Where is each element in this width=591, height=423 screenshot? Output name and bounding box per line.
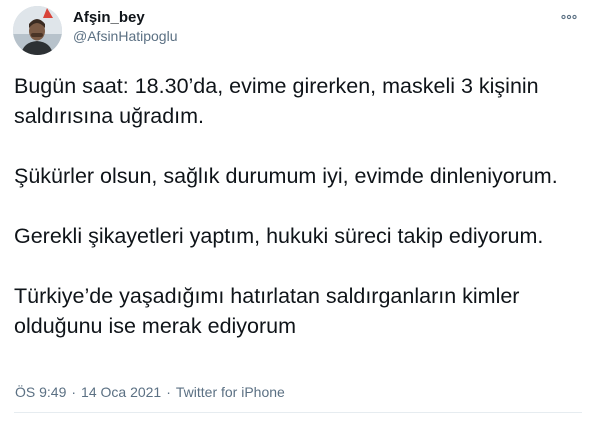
author-display-name[interactable]: Afşin_bey (73, 9, 178, 27)
more-options-button[interactable] (558, 6, 580, 28)
avatar[interactable] (13, 6, 62, 55)
divider (14, 412, 582, 413)
meta-separator: · (166, 384, 171, 400)
author-handle[interactable]: @AfsinHatipoglu (73, 27, 178, 45)
tweet-paragraph: Gerekli şikayetleri yaptım, hukuki sürec… (14, 224, 544, 248)
tweet-paragraph: Türkiye’de yaşadığımı hatırlatan saldırg… (14, 284, 520, 338)
tweet-meta: ÖS 9:49 · 14 Oca 2021 · Twitter for iPhone (15, 383, 285, 401)
tweet-card: Afşin_bey @AfsinHatipoglu Bugün saat: 18… (0, 0, 591, 423)
tweet-text: Bugün saat: 18.30’da, evime girerken, ma… (14, 71, 579, 341)
tweet-timestamp-link[interactable]: ÖS 9:49 · 14 Oca 2021 (15, 384, 161, 400)
more-horizontal-icon (561, 14, 577, 20)
author-names: Afşin_bey @AfsinHatipoglu (73, 9, 178, 45)
tweet-header: Afşin_bey @AfsinHatipoglu (12, 6, 582, 56)
tweet-paragraph: Bugün saat: 18.30’da, evime girerken, ma… (14, 74, 539, 128)
avatar-photo-icon (13, 6, 62, 55)
tweet-time: ÖS 9:49 (15, 384, 67, 400)
tweet-date: 14 Oca 2021 (81, 384, 162, 400)
tweet-paragraph: Şükürler olsun, sağlık durumum iyi, evim… (14, 164, 558, 188)
meta-separator: · (71, 384, 77, 400)
tweet-source-link[interactable]: Twitter for iPhone (176, 384, 285, 400)
